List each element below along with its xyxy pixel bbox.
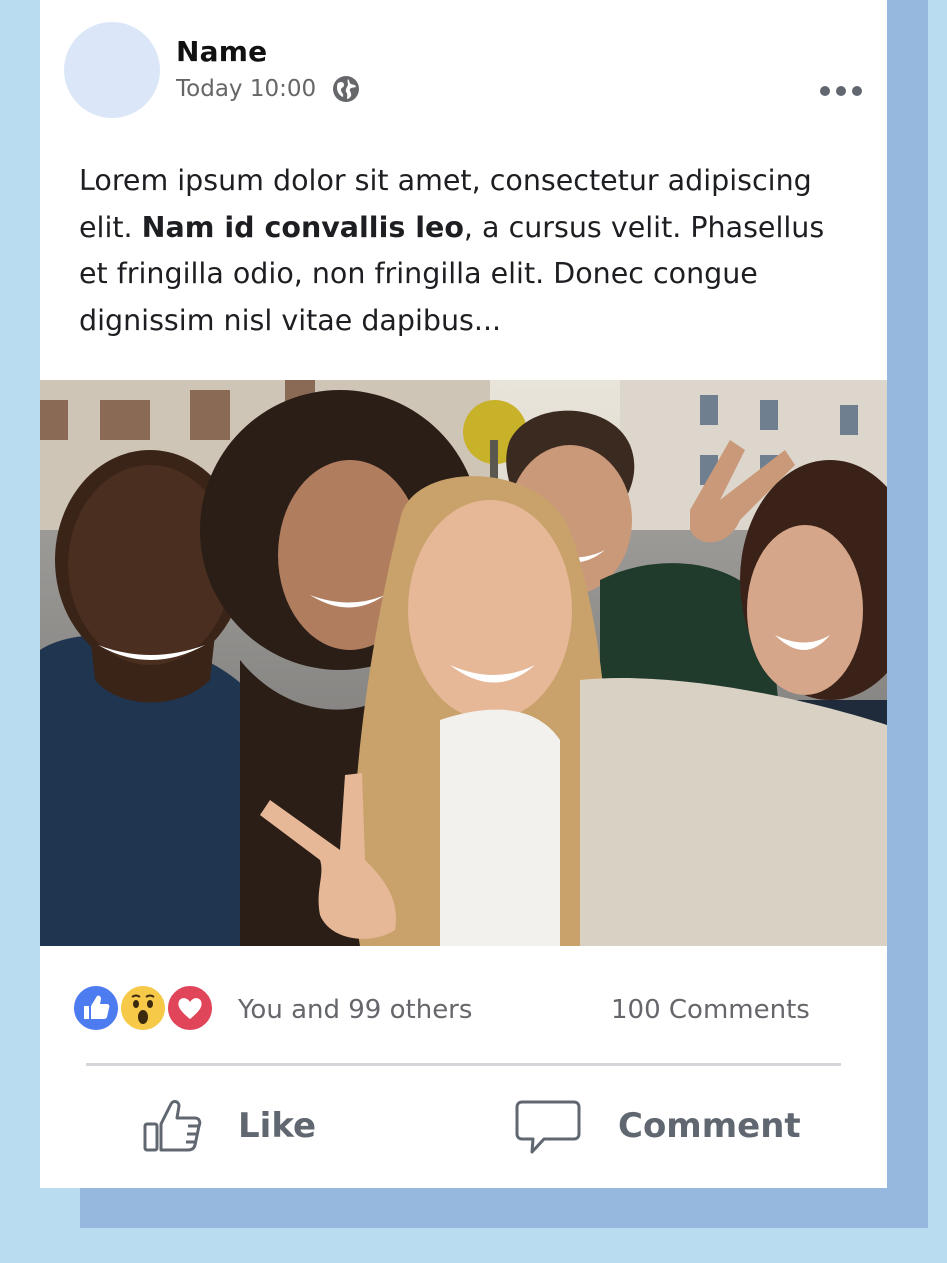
- more-dot: [852, 86, 862, 96]
- reaction-summary[interactable]: You and 99 others: [238, 995, 472, 1025]
- more-options-icon[interactable]: [820, 78, 862, 104]
- comments-count[interactable]: 100 Comments: [611, 995, 810, 1025]
- like-label: Like: [238, 1106, 317, 1146]
- avatar[interactable]: [64, 22, 160, 118]
- post-meta: Today 10:00: [176, 73, 360, 105]
- like-reaction-icon: [72, 984, 120, 1032]
- post-timestamp[interactable]: Today 10:00: [176, 76, 316, 102]
- post-text-bold: Nam id convallis leo: [141, 210, 464, 244]
- comment-label: Comment: [618, 1106, 801, 1146]
- globe-icon: [332, 75, 360, 103]
- author-name[interactable]: Name: [176, 35, 267, 68]
- post-text: Lorem ipsum dolor sit amet, consectetur …: [79, 158, 859, 344]
- more-dot: [836, 86, 846, 96]
- more-dot: [820, 86, 830, 96]
- thumbs-up-icon: [143, 1100, 202, 1152]
- divider: [86, 1063, 841, 1066]
- reaction-icons[interactable]: [72, 984, 218, 1032]
- post-photo[interactable]: [40, 380, 887, 946]
- speech-bubble-icon: [515, 1100, 581, 1154]
- like-button[interactable]: Like: [140, 1088, 316, 1164]
- comment-button[interactable]: Comment: [514, 1088, 801, 1164]
- love-reaction-icon: [166, 984, 214, 1032]
- wow-reaction-icon: [119, 984, 167, 1032]
